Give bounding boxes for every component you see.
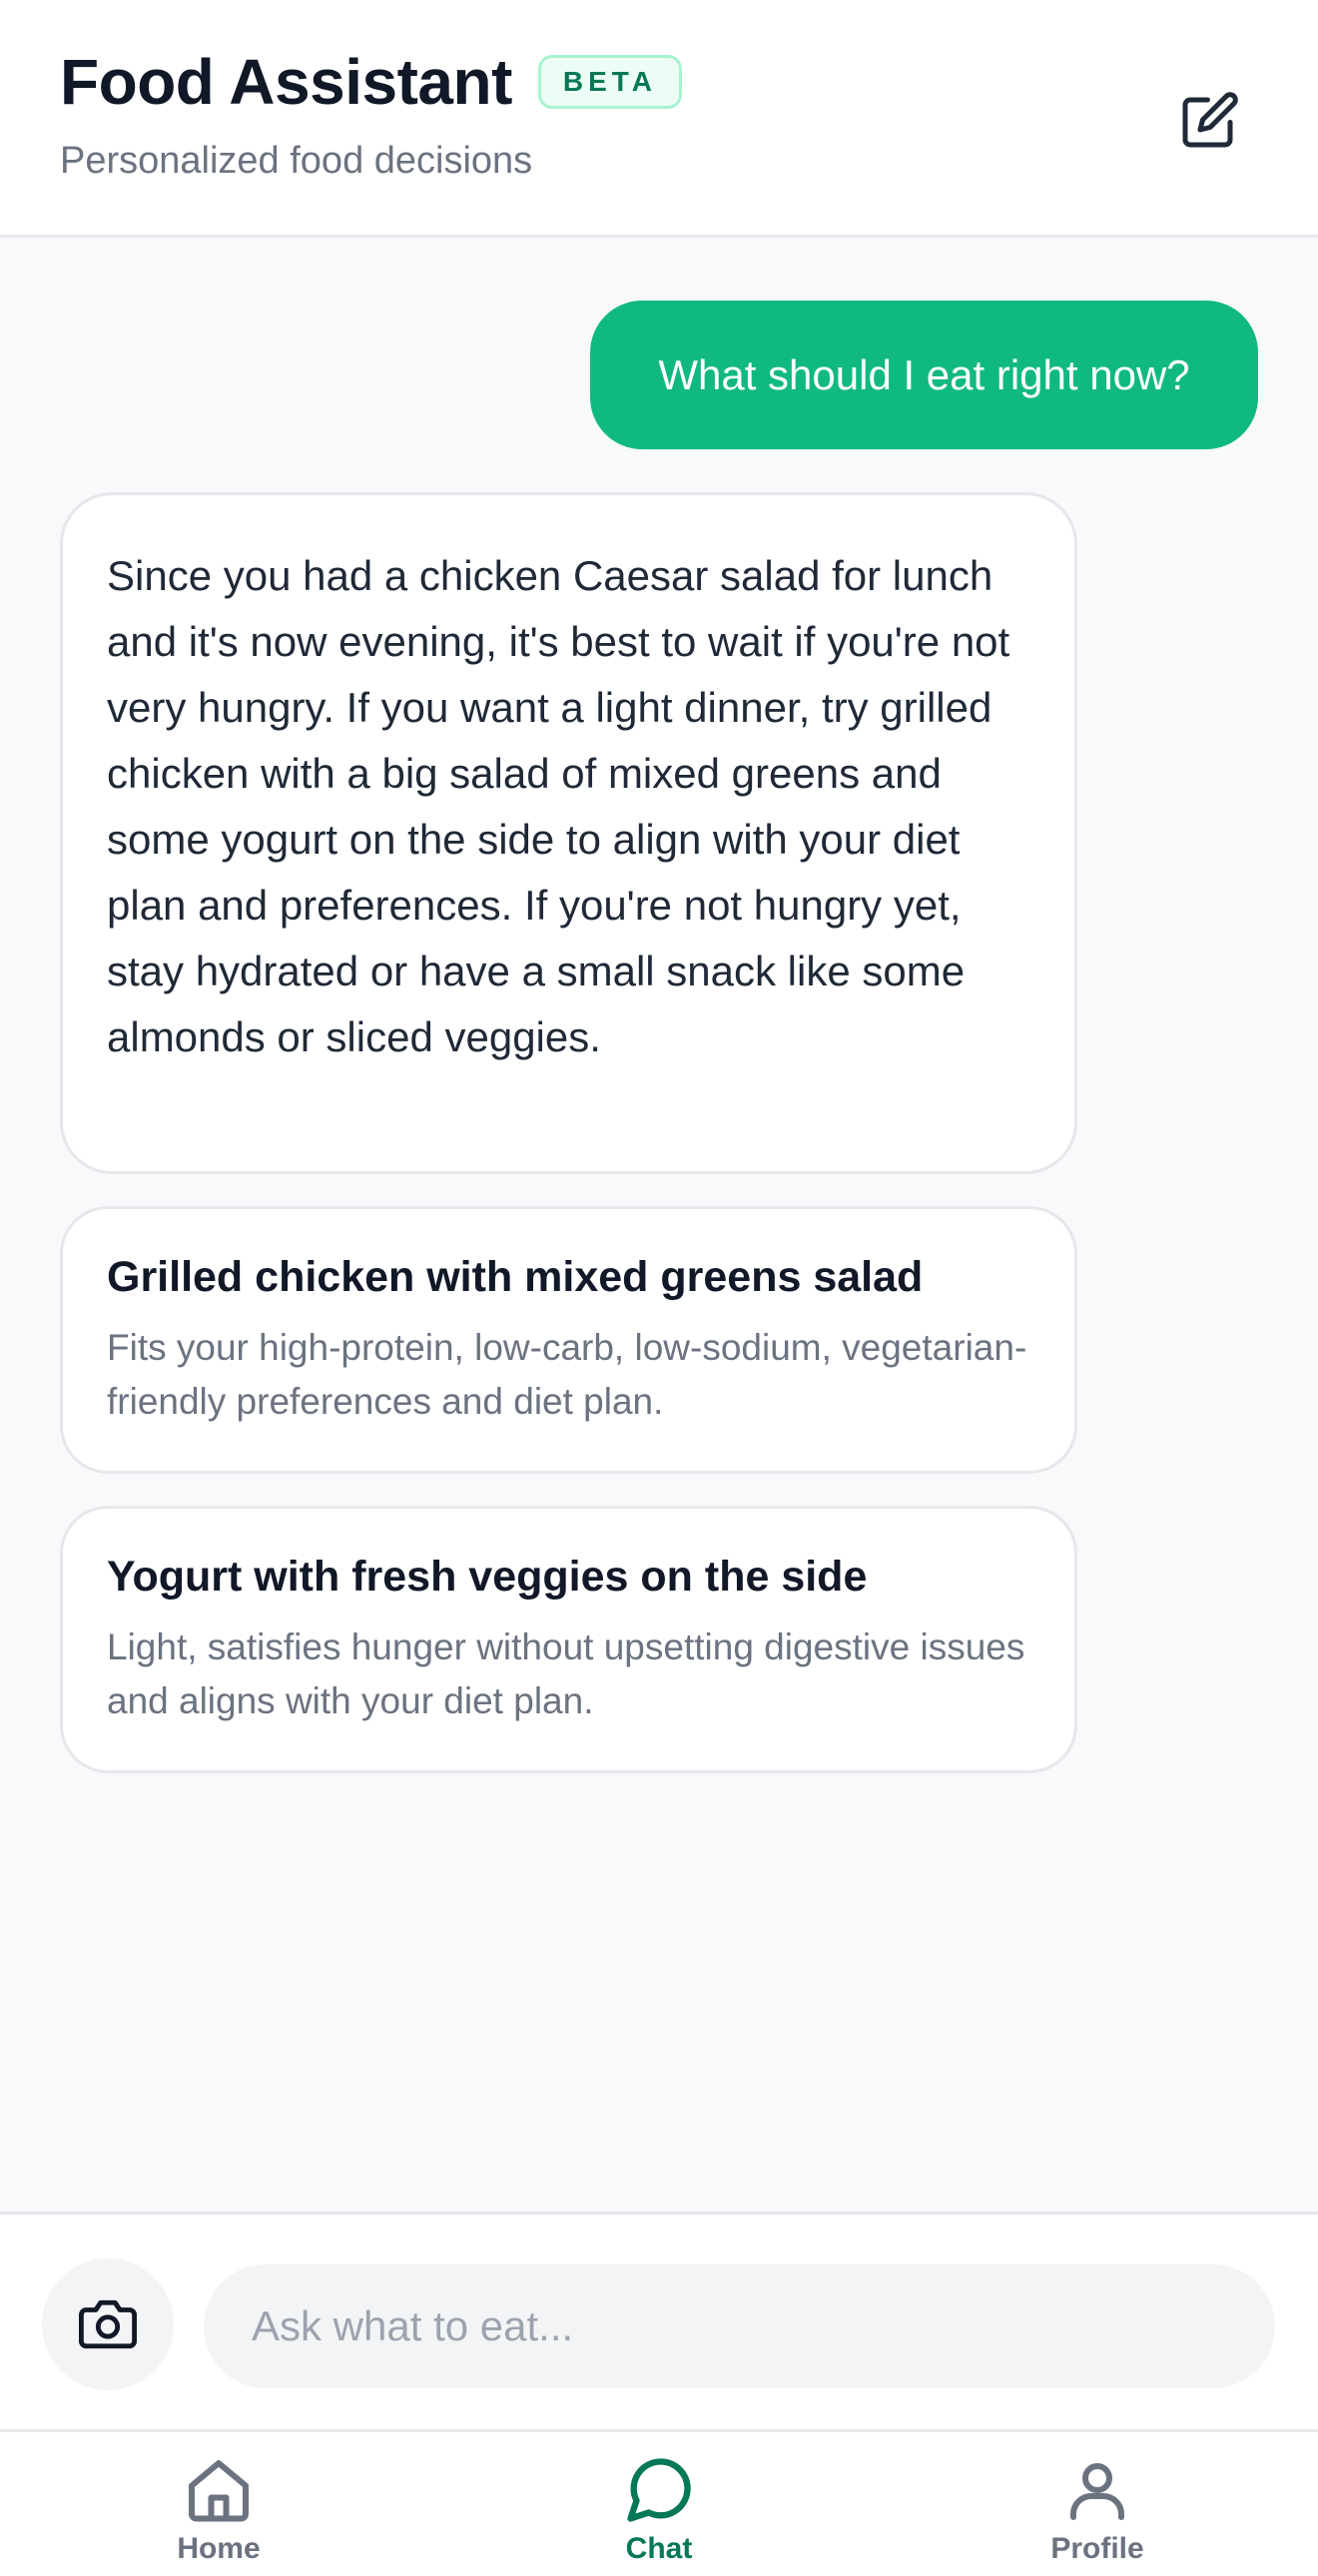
chat-bubble-icon	[621, 2452, 697, 2528]
app-title: Food Assistant	[60, 46, 512, 118]
user-icon	[1059, 2452, 1135, 2528]
assistant-message-text: Since you had a chicken Caesar salad for…	[107, 552, 1010, 1060]
suggestion-title: Yogurt with fresh veggies on the side	[107, 1553, 868, 1601]
nav-label-chat: Chat	[625, 2532, 693, 2565]
suggestion-description: Fits your high-protein, low-carb, low-so…	[107, 1326, 1027, 1422]
beta-badge: BETA	[537, 55, 683, 109]
nav-item-profile[interactable]: Profile	[997, 2452, 1197, 2572]
camera-icon	[79, 2299, 137, 2349]
nav-label-profile: Profile	[1050, 2532, 1144, 2565]
app-subtitle: Personalized food decisions	[60, 140, 533, 182]
suggestion-title: Grilled chicken with mixed greens salad	[107, 1253, 924, 1301]
new-chat-button[interactable]	[1178, 88, 1242, 152]
user-message-text: What should I eat right now?	[658, 350, 1190, 398]
nav-label-home: Home	[177, 2532, 261, 2565]
assistant-message-bubble: Since you had a chicken Caesar salad for…	[60, 492, 1077, 1174]
app-header: Food Assistant BETA Personalized food de…	[0, 0, 1318, 238]
user-message-bubble: What should I eat right now?	[590, 301, 1258, 449]
suggestion-description: Light, satisfies hunger without upsettin…	[107, 1625, 1025, 1721]
edit-icon	[1182, 92, 1238, 148]
chat-input[interactable]	[204, 2264, 1275, 2388]
home-icon	[181, 2452, 257, 2528]
camera-button[interactable]	[42, 2258, 174, 2390]
suggestion-card[interactable]: Yogurt with fresh veggies on the side Li…	[60, 1506, 1077, 1773]
bottom-nav: Home Chat Profile	[0, 2429, 1318, 2576]
suggestion-card[interactable]: Grilled chicken with mixed greens salad …	[60, 1206, 1077, 1474]
title-row: Food Assistant BETA	[60, 46, 683, 118]
nav-item-home[interactable]: Home	[119, 2452, 319, 2572]
nav-item-chat[interactable]: Chat	[559, 2452, 759, 2572]
message-composer	[0, 2212, 1318, 2431]
